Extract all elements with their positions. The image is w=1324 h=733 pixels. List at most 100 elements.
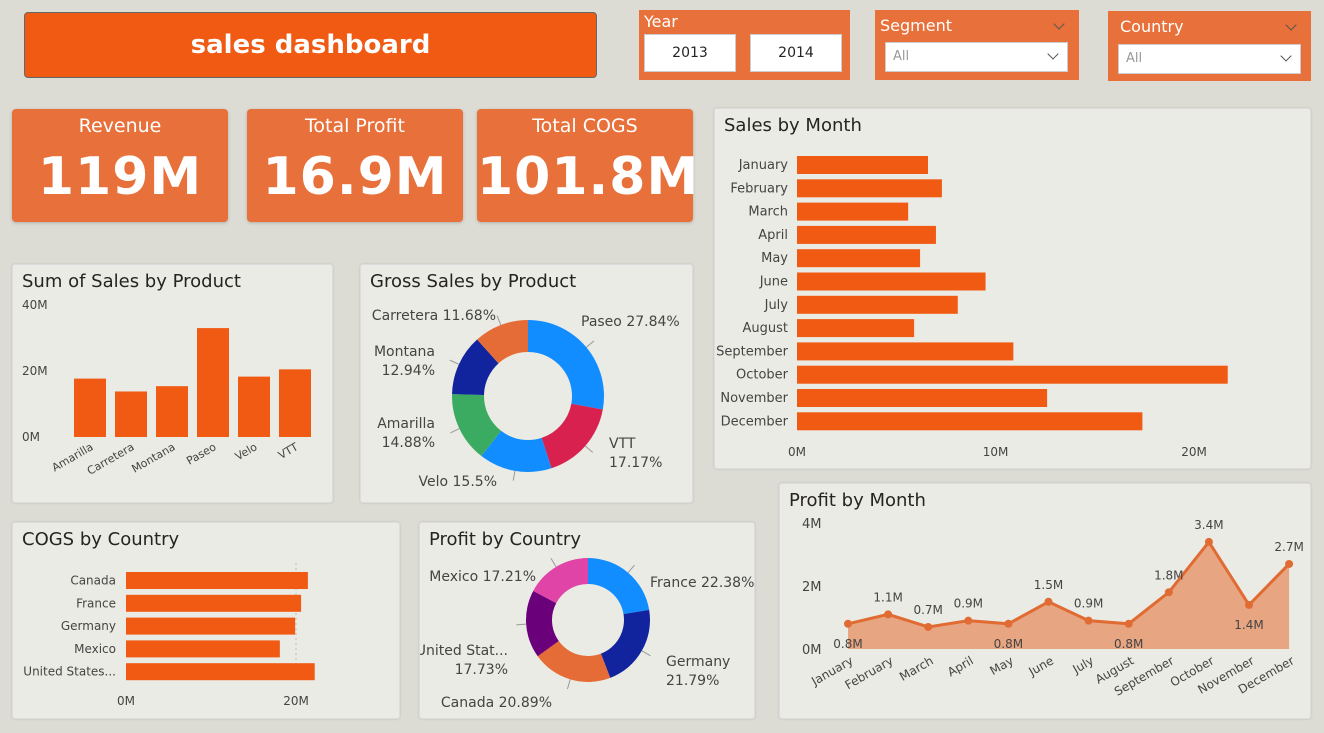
x-tick-label: April [945, 653, 976, 679]
leader-line [512, 470, 516, 481]
bar [126, 663, 315, 681]
donut-slice [600, 609, 650, 678]
bar [115, 391, 147, 437]
slice-value-label: 21.79% [666, 673, 719, 689]
leader-line [449, 359, 460, 365]
leader-line [585, 340, 595, 348]
profit-card: Total Profit 16.9M [247, 109, 463, 222]
chevron-down-icon [1280, 50, 1292, 62]
data-label: 0.8M [994, 637, 1023, 651]
segment-dropdown-value: All [893, 49, 910, 64]
segment-dropdown[interactable]: All [885, 42, 1068, 72]
country-slicer-label: Country [1120, 17, 1184, 36]
category-label: October [736, 368, 789, 383]
data-point [1124, 619, 1133, 628]
leader-line [584, 445, 594, 453]
revenue-card: Revenue 119M [12, 109, 228, 222]
gross-sales-by-product-card: Gross Sales by Product Paseo 27.84% VTT 17… [360, 264, 693, 503]
bar [238, 376, 270, 437]
bar [279, 369, 311, 437]
profit-by-country-card: Profit by Country France 22.38% Germany 21… [419, 522, 755, 719]
x-tick-label: Velo [233, 440, 260, 463]
year-slicer: Year 2013 2014 [639, 10, 850, 80]
y-tick-label: 20M [22, 364, 48, 378]
donut-slice [528, 320, 604, 410]
bar [797, 319, 915, 338]
x-tick-label: 0M [117, 694, 135, 708]
x-tick-label: Paseo [184, 440, 219, 467]
bar [197, 328, 229, 437]
slice-value-label: 14.88% [382, 435, 435, 451]
cogs-card: Total COGS 101.8M [477, 109, 700, 222]
cogs-by-country-chart: Canada France Germany Mexico United States..… [23, 563, 315, 708]
leader-line [496, 315, 502, 326]
slice-label: Montana [374, 344, 435, 360]
year-slicer-label: Year [644, 12, 678, 31]
data-label: 3.4M [1194, 518, 1223, 532]
data-label: 0.7M [913, 603, 942, 617]
data-point [1245, 600, 1253, 609]
data-label: 1.4M [1234, 618, 1263, 632]
data-point [1044, 597, 1053, 606]
category-label: August [743, 321, 789, 336]
country-dropdown-value: All [1126, 51, 1143, 66]
bar [797, 179, 942, 198]
x-tick-label: June [1025, 653, 1056, 679]
data-label: 2.7M [1274, 540, 1303, 554]
category-label: September [716, 344, 789, 359]
sales-by-product-card: Sum of Sales by Product 0M 20M 40M Amarilla… [12, 264, 333, 503]
data-point [964, 616, 973, 625]
sales-by-product-chart: 0M20M40MAmarillaCarreteraMontana Paseo Vel… [22, 298, 311, 478]
bar [797, 389, 1048, 407]
revenue-label: Revenue [78, 115, 162, 137]
data-point [844, 619, 852, 628]
country-dropdown[interactable]: All [1118, 44, 1301, 74]
country-slicer: Country All [1108, 11, 1311, 81]
data-point [924, 622, 933, 631]
category-label: June [759, 275, 788, 290]
x-tick-label: 20M [283, 694, 309, 708]
bar [126, 594, 302, 612]
bar [126, 572, 308, 589]
leader-line [550, 558, 557, 568]
data-label: 1.5M [1034, 578, 1063, 592]
bar [797, 412, 1143, 431]
category-label: July [764, 298, 789, 313]
category-label: April [758, 228, 788, 243]
data-point [1004, 619, 1013, 628]
x-tick-label: March [897, 653, 936, 683]
bar [797, 365, 1228, 384]
data-point [1084, 616, 1093, 625]
leader-line [450, 428, 460, 434]
data-point [884, 610, 893, 619]
leader-line [641, 650, 651, 657]
x-tick-label: 10M [983, 445, 1009, 459]
cogs-label: Total COGS [532, 115, 638, 137]
y-tick-label: 2M [802, 580, 822, 595]
gross-sales-donut-chart: Paseo 27.84% VTT 17.17% Velo 15.5% Amarilla 1… [372, 308, 680, 490]
chevron-down-icon [1047, 48, 1059, 60]
segment-slicer: Segment All [875, 10, 1079, 80]
data-label: 1.1M [873, 590, 902, 604]
cogs-value: 101.8M [477, 147, 700, 207]
y-tick-label: 40M [22, 298, 48, 312]
category-label: November [720, 391, 788, 406]
sales-by-month-chart: January February March April May June July Augu… [716, 156, 1228, 459]
bar [797, 156, 929, 174]
bar [126, 617, 296, 635]
year-button-2014[interactable]: 2014 [750, 34, 842, 72]
slice-label: Velo 15.5% [419, 474, 497, 490]
category-label: Germany [61, 619, 116, 633]
profit-by-month-card: Profit by Month 0M 2M 4M 0.8M January 1.1M Feb… [779, 483, 1311, 719]
y-tick-label: 4M [802, 517, 822, 532]
bar [797, 272, 986, 291]
y-tick-label: 0M [22, 430, 40, 444]
bar [797, 342, 1014, 361]
x-tick-label: May [987, 653, 1015, 678]
bar [797, 225, 936, 244]
leader-line [627, 564, 635, 574]
year-button-2013[interactable]: 2013 [644, 34, 736, 72]
area-fill [848, 541, 1290, 649]
profit-by-country-donut-chart: France 22.38% Germany 21.79% Canada 20.89% U… [420, 558, 754, 711]
x-tick-label: Carretera [85, 440, 137, 477]
